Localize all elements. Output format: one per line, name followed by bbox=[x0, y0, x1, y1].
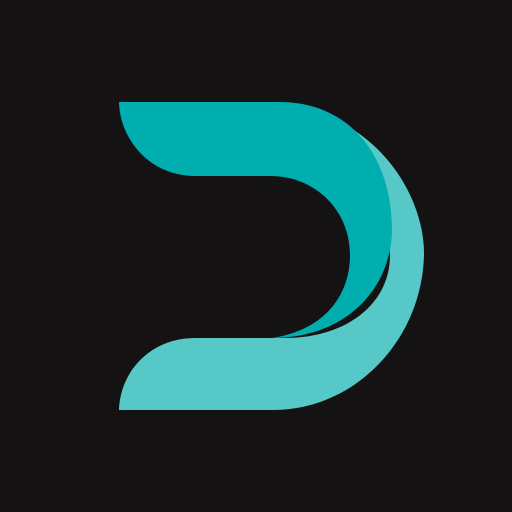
app-icon-canvas bbox=[0, 0, 512, 512]
d-logo-icon bbox=[0, 0, 512, 512]
background bbox=[0, 0, 512, 512]
